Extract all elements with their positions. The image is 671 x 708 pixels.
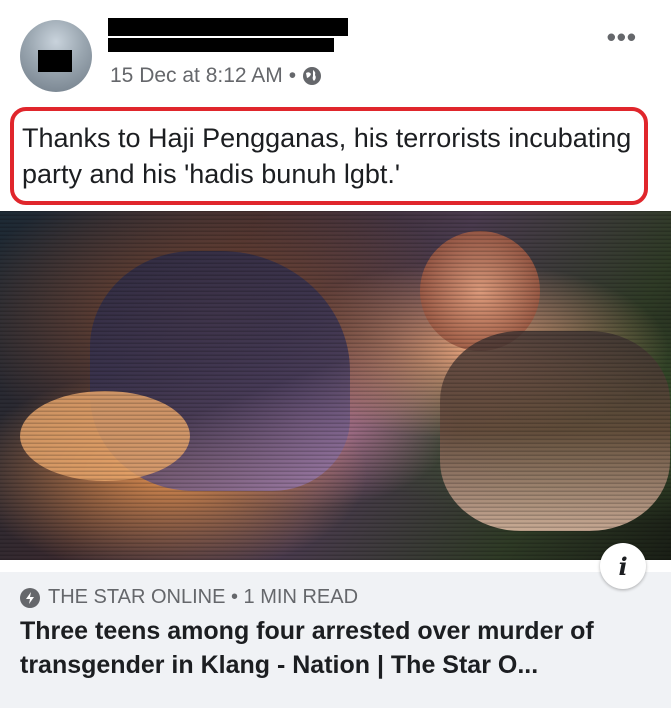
avatar[interactable] [20,20,92,92]
redaction-bar [38,50,72,72]
lightning-icon [20,587,40,608]
link-source-label: THE STAR ONLINE • 1 MIN READ [48,586,359,608]
meta-separator: • [288,64,297,87]
link-headline[interactable]: Three teens among four arrested over mur… [20,614,660,682]
author-name-redacted [108,18,348,36]
post-image[interactable] [0,211,671,560]
facebook-post: 15 Dec at 8:12 AM • ••• Thanks to Haji P… [0,0,671,708]
post-timestamp[interactable]: 15 Dec at 8:12 AM [110,64,283,88]
author-name-redacted-secondary [108,38,334,52]
link-source: THE STAR ONLINE • 1 MIN READ [20,586,358,609]
link-preview[interactable]: THE STAR ONLINE • 1 MIN READ Three teens… [0,572,671,708]
post-caption: Thanks to Haji Pengganas, his terrorists… [22,123,632,189]
globe-icon[interactable] [302,66,322,86]
post-meta: 15 Dec at 8:12 AM • [110,64,322,88]
info-icon[interactable]: i [600,543,646,589]
more-options-button[interactable]: ••• [607,22,637,53]
scanline-overlay [0,211,671,560]
ellipsis-icon: ••• [606,22,637,52]
